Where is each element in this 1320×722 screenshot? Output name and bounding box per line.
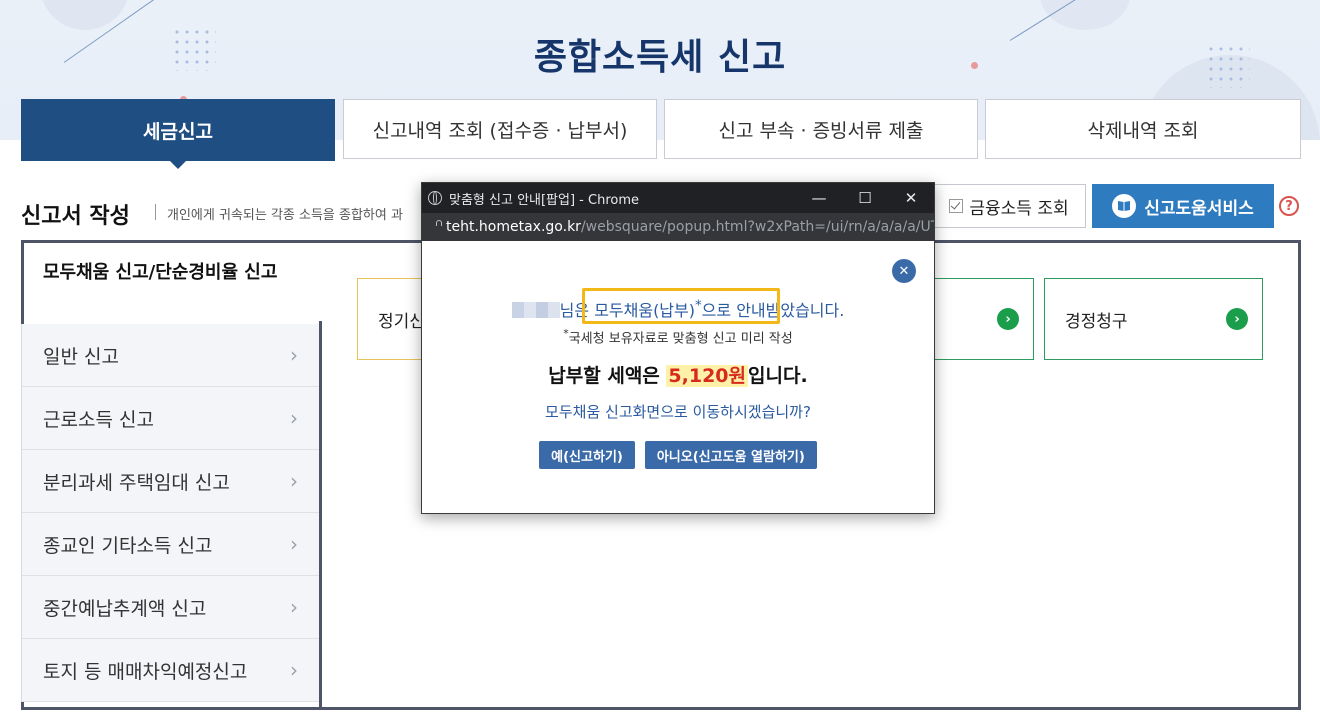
card-label: 경정청구 bbox=[1065, 311, 1128, 332]
main-tabs: 세금신고 신고내역 조회 (접수증 · 납부서) 신고 부속 · 증빙서류 제출… bbox=[21, 99, 1301, 169]
filing-help-service-label: 신고도움서비스 bbox=[1144, 198, 1254, 219]
window-titlebar[interactable]: 맞춤형 신고 안내[팝업] - Chrome — ☐ ✕ bbox=[422, 183, 934, 213]
url-path: /websquare/popup.html?w2xPath=/ui/rn/a/a… bbox=[580, 219, 934, 235]
book-icon bbox=[1112, 194, 1137, 218]
arrow-circle-right-icon: › bbox=[1226, 308, 1248, 330]
sidebar-item-label: 분리과세 주택임대 신고 bbox=[43, 471, 230, 494]
tab-deleted-history[interactable]: 삭제내역 조회 bbox=[985, 99, 1301, 159]
globe-icon bbox=[428, 191, 442, 205]
sidebar-item-interim-prepayment-filing[interactable]: 중간예납추계액 신고 › bbox=[22, 576, 322, 639]
prefill-note: *국세청 보유자료로 맞춤형 신고 미리 작성 bbox=[563, 327, 793, 347]
sidebar-item-housing-rental-filing[interactable]: 분리과세 주택임대 신고 › bbox=[22, 450, 322, 513]
page-title: 종합소득세 신고 bbox=[533, 37, 787, 78]
guidance-type: 모두채움(납부) bbox=[594, 301, 695, 320]
chevron-right-icon: › bbox=[290, 532, 298, 556]
url-host: teht.hometax.go.kr bbox=[446, 219, 581, 235]
filing-help-service-button[interactable]: 신고도움서비스 bbox=[1092, 184, 1274, 228]
chevron-right-icon: › bbox=[290, 469, 298, 493]
sidebar-item-label: 토지 등 매매차익예정신고 bbox=[43, 660, 248, 683]
financial-income-lookup-button[interactable]: 금융소득 조회 bbox=[932, 184, 1086, 228]
financial-income-lookup-label: 금융소득 조회 bbox=[969, 198, 1069, 219]
sidebar-item-label: 근로소득 신고 bbox=[43, 408, 154, 431]
sidebar-item-earned-income-filing[interactable]: 근로소득 신고 › bbox=[22, 387, 322, 450]
arrow-circle-right-icon: › bbox=[997, 308, 1019, 330]
section-title: 신고서 작성 bbox=[21, 204, 130, 229]
chevron-right-icon: › bbox=[290, 343, 298, 367]
window-controls: — ☐ ✕ bbox=[796, 183, 934, 213]
sidebar-item-religious-income-filing[interactable]: 종교인 기타소득 신고 › bbox=[22, 513, 322, 576]
tax-amount: 5,120원 bbox=[666, 365, 749, 387]
popup-button-row: 예(신고하기) 아니오(신고도움 열람하기) bbox=[422, 441, 934, 469]
maximize-icon[interactable]: ☐ bbox=[842, 183, 888, 213]
tax-amount-message: 납부할 세액은 5,120원 입니다. bbox=[548, 365, 808, 387]
sidebar-item-general-filing[interactable]: 일반 신고 › bbox=[22, 324, 322, 387]
sidebar-list: 일반 신고 › 근로소득 신고 › 분리과세 주택임대 신고 › 종교인 기타소… bbox=[21, 324, 322, 702]
chevron-right-icon: › bbox=[290, 406, 298, 430]
no-view-help-button[interactable]: 아니오(신고도움 열람하기) bbox=[644, 441, 817, 469]
chevron-right-icon: › bbox=[290, 595, 298, 619]
address-bar[interactable]: teht.hometax.go.kr/websquare/popup.html?… bbox=[422, 213, 934, 241]
card-label: 정기신 bbox=[378, 311, 425, 332]
correction-claim-card[interactable]: 경정청구 › bbox=[1044, 278, 1263, 360]
section-description: 개인에게 귀속되는 각종 소득을 종합하여 과 bbox=[167, 208, 403, 223]
checkbox-icon bbox=[949, 199, 964, 213]
tab-tax-filing[interactable]: 세금신고 bbox=[21, 99, 335, 169]
confirm-question: 모두채움 신고화면으로 이동하시겠습니까? bbox=[545, 403, 811, 421]
minimize-icon[interactable]: — bbox=[796, 183, 842, 213]
sidebar-item-label: 종교인 기타소득 신고 bbox=[43, 534, 213, 557]
yes-file-button[interactable]: 예(신고하기) bbox=[539, 441, 635, 469]
chevron-right-icon: › bbox=[290, 658, 298, 682]
sidebar-item-label: 일반 신고 bbox=[43, 345, 119, 368]
divider bbox=[319, 321, 322, 710]
popup-body: ✕ 님은 모두채움(납부)*으로 안내받았습니다. *국세청 보유자료로 맞춤형… bbox=[422, 241, 934, 511]
close-popup-button[interactable]: ✕ bbox=[892, 259, 916, 283]
sidebar-item-prefilled-filing[interactable]: 모두채움 신고/단순경비율 신고 bbox=[21, 240, 321, 324]
sidebar: 모두채움 신고/단순경비율 신고 일반 신고 › 근로소득 신고 › 분리과세 … bbox=[21, 240, 322, 722]
window-title: 맞춤형 신고 안내[팝업] - Chrome bbox=[449, 192, 639, 208]
close-icon[interactable]: ✕ bbox=[888, 183, 934, 213]
section-header: 신고서 작성 개인에게 귀속되는 각종 소득을 종합하여 과 bbox=[21, 198, 403, 230]
sidebar-item-land-sale-filing[interactable]: 토지 등 매매차익예정신고 › bbox=[22, 639, 322, 702]
divider bbox=[155, 204, 156, 220]
question-icon[interactable]: ? bbox=[1279, 196, 1299, 216]
tab-document-submission[interactable]: 신고 부속 · 증빙서류 제출 bbox=[664, 99, 978, 159]
sidebar-item-label: 중간예납추계액 신고 bbox=[43, 597, 207, 620]
masked-user-name bbox=[511, 302, 560, 318]
decorative-circle bbox=[1040, 0, 1130, 30]
popup-window: 맞춤형 신고 안내[팝업] - Chrome — ☐ ✕ teht.hometa… bbox=[421, 182, 935, 514]
tab-filing-history[interactable]: 신고내역 조회 (접수증 · 납부서) bbox=[343, 99, 657, 159]
guidance-message: 님은 모두채움(납부)*으로 안내받았습니다. bbox=[422, 297, 934, 321]
filing-card[interactable]: › bbox=[920, 278, 1034, 360]
